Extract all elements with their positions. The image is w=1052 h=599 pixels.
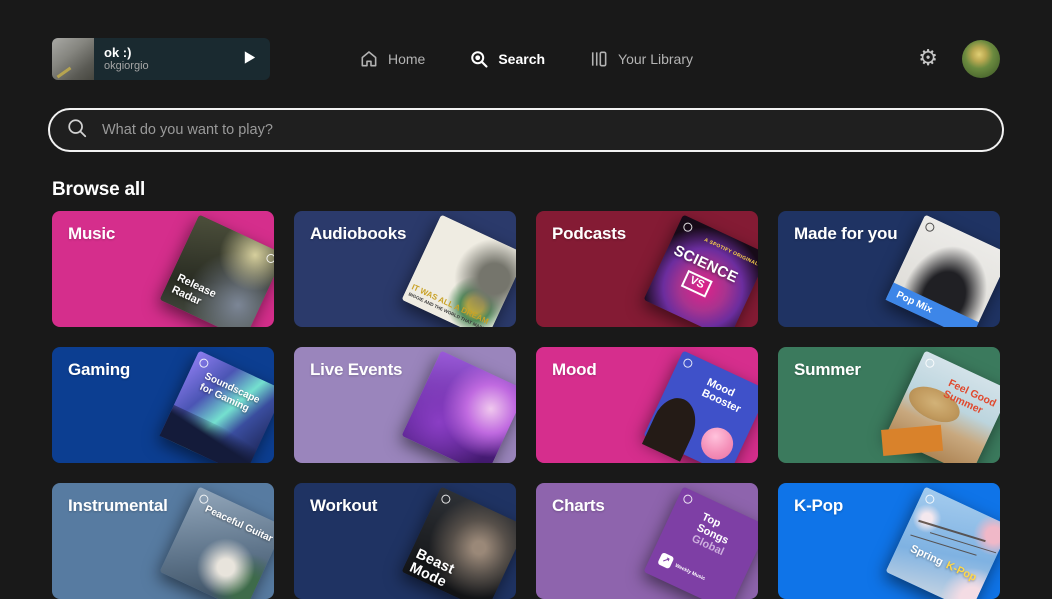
main-nav: Home Search Your Library — [359, 38, 693, 80]
search-input-icon — [66, 117, 88, 144]
category-card-made-for-you[interactable]: Made for you Pop Mix — [778, 211, 1000, 327]
category-card-music[interactable]: Music Release Radar — [52, 211, 274, 327]
gear-icon: ⚙ — [918, 46, 938, 71]
category-card-audiobooks[interactable]: Audiobooks IT WAS ALL A DREAM BIGGIE AND… — [294, 211, 516, 327]
category-card-workout[interactable]: Workout Beast Mode — [294, 483, 516, 599]
category-art-mood-booster: Mood Booster — [644, 351, 758, 463]
category-art-soundscape-for-gaming: Soundscape for Gaming — [160, 351, 274, 463]
now-playing-widget[interactable]: ok :) okgiorgio — [52, 38, 270, 80]
nav-label: Your Library — [618, 51, 693, 67]
category-title: Mood — [552, 360, 597, 380]
nav-item-search[interactable]: Search — [469, 49, 545, 69]
spotify-mini-logo-icon — [682, 221, 694, 233]
category-title: Live Events — [310, 360, 402, 380]
category-card-k-pop[interactable]: K-Pop Spring K-Pop — [778, 483, 1000, 599]
category-card-mood[interactable]: Mood Mood Booster — [536, 347, 758, 463]
library-icon — [589, 49, 609, 69]
category-title: Gaming — [68, 360, 130, 380]
now-playing-album-art — [52, 38, 94, 80]
category-card-summer[interactable]: Summer Feel Good Summer — [778, 347, 1000, 463]
category-title: K-Pop — [794, 496, 843, 516]
profile-avatar[interactable] — [962, 40, 1000, 78]
category-art-spring-k-pop: Spring K-Pop — [886, 487, 1000, 599]
category-title: Charts — [552, 496, 605, 516]
category-card-live-events[interactable]: Live Events — [294, 347, 516, 463]
art-caption: Release Radar — [170, 272, 233, 319]
charts-arrow-icon: ↗ — [657, 552, 674, 569]
category-card-gaming[interactable]: Gaming Soundscape for Gaming — [52, 347, 274, 463]
category-art-concert-photo — [402, 351, 516, 463]
art-caption: Beast Mode — [407, 547, 476, 599]
header-right-controls: ⚙ — [918, 40, 1000, 78]
spotify-mini-logo-icon — [198, 357, 210, 369]
spotify-mini-logo-icon — [924, 357, 936, 369]
art-caption: Peaceful Guitar — [203, 504, 274, 545]
search-bar[interactable] — [48, 108, 1004, 152]
category-card-podcasts[interactable]: Podcasts A SPOTIFY ORIGINAL SCIENCE VS — [536, 211, 758, 327]
category-title: Music — [68, 224, 115, 244]
art-small-caption: Weekly Music — [674, 563, 706, 582]
nav-label: Search — [498, 51, 545, 67]
category-title: Workout — [310, 496, 377, 516]
art-caption: Soundscape for Gaming — [197, 371, 274, 424]
category-art-release-radar: Release Radar — [160, 215, 274, 327]
settings-button[interactable]: ⚙ — [918, 48, 938, 70]
art-caption: Spring — [908, 543, 945, 569]
category-art-audiobook: IT WAS ALL A DREAM BIGGIE AND THE WORLD … — [402, 215, 516, 327]
category-art-top-songs-global: Top Songs Global ↗ Weekly Music — [644, 487, 758, 599]
art-caption: Feel Good Summer — [941, 377, 1000, 423]
now-playing-info: ok :) okgiorgio — [104, 46, 149, 72]
category-art-pop-mix: Pop Mix — [886, 215, 1000, 327]
nav-label: Home — [388, 51, 425, 67]
spotify-mini-logo-icon — [682, 493, 694, 505]
spotify-mini-logo-icon — [924, 221, 936, 233]
category-title: Audiobooks — [310, 224, 406, 244]
art-caption: IT WAS ALL A DREAM — [410, 283, 493, 327]
art-caption-accent: K-Pop — [944, 559, 978, 584]
art-caption-row: Spring K-Pop — [907, 539, 980, 586]
top-bar: ok :) okgiorgio Home Search Your Libr — [0, 0, 1052, 96]
category-title: Podcasts — [552, 224, 626, 244]
spotify-mini-logo-icon — [265, 252, 274, 264]
category-card-charts[interactable]: Charts Top Songs Global ↗ Weekly Music — [536, 483, 758, 599]
spotify-mini-logo-icon — [682, 357, 694, 369]
browse-all-heading: Browse all — [52, 179, 145, 201]
category-card-instrumental[interactable]: Instrumental Peaceful Guitar — [52, 483, 274, 599]
now-playing-artist: okgiorgio — [104, 61, 149, 72]
category-grid: Music Release Radar Audiobooks IT WAS AL… — [52, 211, 1000, 599]
category-art-feel-good-summer: Feel Good Summer — [886, 351, 1000, 463]
play-icon — [242, 50, 257, 68]
category-art-science-vs: A SPOTIFY ORIGINAL SCIENCE VS — [644, 215, 758, 327]
art-caption: Mood Booster — [700, 376, 758, 422]
category-title: Made for you — [794, 224, 897, 244]
category-art-peaceful-guitar: Peaceful Guitar — [160, 487, 274, 599]
play-button[interactable] — [242, 50, 257, 68]
search-input[interactable] — [100, 121, 986, 139]
home-icon — [359, 49, 379, 69]
category-art-beast-mode: Beast Mode — [402, 487, 516, 599]
spotify-mini-logo-icon — [924, 493, 936, 505]
nav-item-your-library[interactable]: Your Library — [589, 49, 693, 69]
nav-item-home[interactable]: Home — [359, 49, 425, 69]
category-title: Summer — [794, 360, 861, 380]
spotify-mini-logo-icon — [440, 493, 452, 505]
now-playing-title: ok :) — [104, 46, 149, 59]
search-icon — [469, 49, 489, 69]
category-title: Instrumental — [68, 496, 168, 516]
